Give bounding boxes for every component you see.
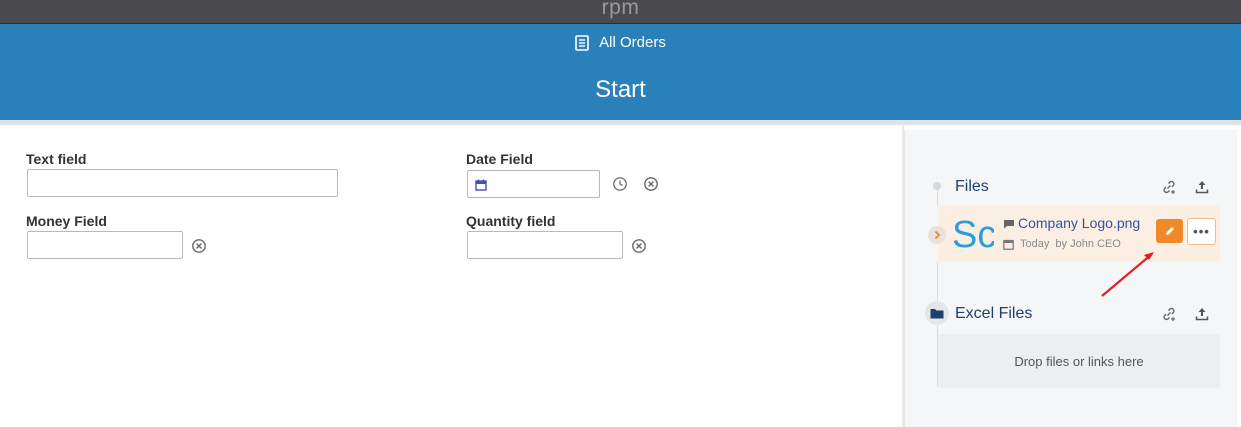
comment-icon (1004, 220, 1014, 229)
timeline-dot (933, 182, 941, 190)
file-name-link[interactable]: Company Logo.png (1018, 215, 1140, 231)
money-field-input[interactable] (27, 231, 183, 259)
file-date: Today (1020, 238, 1050, 250)
calendar-icon[interactable] (475, 179, 487, 191)
quantity-field-label: Quantity field (466, 213, 556, 229)
clear-date-icon[interactable] (643, 176, 659, 192)
date-icon (1003, 239, 1014, 250)
breadcrumb-all-orders[interactable]: All Orders (0, 34, 1241, 51)
date-field-input[interactable] (467, 170, 600, 198)
breadcrumb-label: All Orders (599, 34, 666, 51)
money-field-label: Money Field (26, 213, 107, 229)
timeline-line (937, 190, 938, 206)
annotation-arrow (1101, 252, 1154, 297)
excel-files-section-title: Excel Files (955, 305, 1033, 322)
text-field-label: Text field (26, 151, 87, 167)
link-add-icon[interactable] (1161, 306, 1177, 322)
clock-icon[interactable] (612, 176, 628, 192)
pencil-icon (1165, 227, 1174, 235)
folder-badge (925, 301, 949, 325)
thumb-text: Sc (952, 214, 994, 252)
folder-icon (930, 309, 944, 319)
chevron-right-icon (934, 230, 941, 240)
page-title: Start (595, 76, 646, 103)
link-add-icon[interactable] (1161, 179, 1177, 195)
file-thumbnail[interactable]: Sc (952, 212, 996, 256)
page-header: All Orders Start (0, 24, 1241, 120)
clear-quantity-icon[interactable] (631, 238, 647, 254)
file-drop-zone[interactable]: Drop files or links here (938, 334, 1220, 388)
list-document-icon (575, 34, 589, 51)
ellipsis-icon: ••• (1193, 224, 1210, 239)
more-options-button[interactable]: ••• (1187, 218, 1216, 245)
timeline-line (937, 262, 938, 302)
top-bar: rpm (0, 0, 1241, 24)
drop-zone-text: Drop files or links here (1014, 353, 1144, 369)
files-section-title: Files (955, 178, 989, 195)
clear-money-icon[interactable] (191, 238, 207, 254)
upload-icon[interactable] (1194, 179, 1210, 195)
quantity-field-input[interactable] (467, 231, 623, 259)
upload-icon[interactable] (1194, 306, 1210, 322)
expand-file-button[interactable] (928, 226, 946, 244)
edit-file-button[interactable] (1156, 219, 1183, 243)
date-field-label: Date Field (466, 151, 533, 167)
text-field-input[interactable] (27, 169, 338, 197)
app-name: rpm (601, 0, 640, 19)
